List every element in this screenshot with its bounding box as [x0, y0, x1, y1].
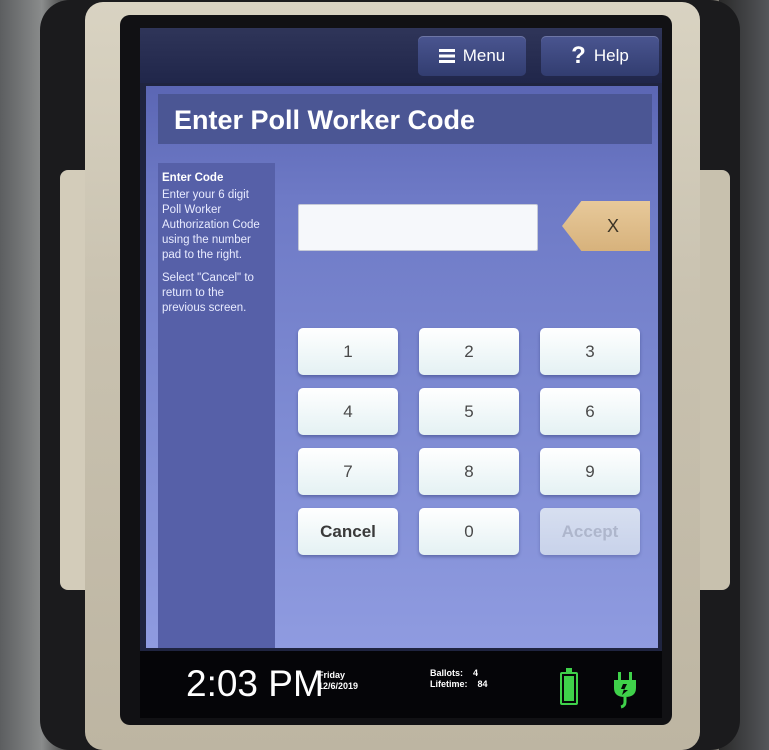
- cancel-instructions: Select "Cancel" to return to the previou…: [162, 272, 254, 314]
- key-0[interactable]: 0: [419, 508, 519, 555]
- plug-icon: [614, 672, 636, 709]
- cancel-button[interactable]: Cancel: [298, 508, 398, 555]
- instructions-text: Enter your 6 digit Poll Worker Authoriza…: [162, 189, 260, 261]
- main-content: Enter Poll Worker Code Enter Code Enter …: [146, 86, 658, 648]
- question-mark-icon: ?: [571, 42, 586, 69]
- menu-button[interactable]: Menu: [418, 36, 526, 76]
- date-display: Friday 12/6/2019: [318, 670, 358, 692]
- clock: 2:03 PM: [186, 663, 324, 704]
- key-5[interactable]: 5: [419, 388, 519, 435]
- touch-screen: Menu ? Help Enter Poll Worker Code Enter…: [140, 28, 662, 718]
- page-header: Enter Poll Worker Code: [158, 94, 652, 144]
- key-7[interactable]: 7: [298, 448, 398, 495]
- top-bar: Menu ? Help: [140, 28, 662, 83]
- instructions-title: Enter Code: [162, 172, 224, 184]
- key-2[interactable]: 2: [419, 328, 519, 375]
- lifetime-count: 84: [477, 679, 488, 689]
- help-label: Help: [593, 46, 629, 65]
- clear-label: X: [606, 215, 619, 236]
- ballots-label: Ballots:: [430, 668, 464, 678]
- key-9[interactable]: 9: [540, 448, 640, 495]
- ballot-counts: Ballots: 4 Lifetime: 84: [430, 668, 488, 690]
- instructions-panel: Enter Code Enter your 6 digit Poll Worke…: [158, 163, 275, 648]
- help-button[interactable]: ? Help: [541, 36, 659, 76]
- clear-backspace-button[interactable]: X: [562, 201, 650, 251]
- status-bar: 2:03 PM Friday 12/6/2019 Ballots: 4 Lifet…: [140, 651, 662, 718]
- page-title: Enter Poll Worker Code: [174, 105, 476, 135]
- accept-button[interactable]: Accept: [540, 508, 640, 555]
- key-6[interactable]: 6: [540, 388, 640, 435]
- menu-icon: [438, 49, 455, 63]
- date-value: 12/6/2019: [318, 681, 359, 691]
- day-name: Friday: [318, 670, 346, 680]
- key-4[interactable]: 4: [298, 388, 398, 435]
- code-input-field[interactable]: [298, 204, 538, 251]
- menu-label: Menu: [462, 46, 506, 65]
- lifetime-label: Lifetime:: [430, 679, 468, 689]
- key-3[interactable]: 3: [540, 328, 640, 375]
- key-8[interactable]: 8: [419, 448, 519, 495]
- key-1[interactable]: 1: [298, 328, 398, 375]
- ballots-count: 4: [473, 668, 479, 678]
- battery-icon: [560, 668, 578, 705]
